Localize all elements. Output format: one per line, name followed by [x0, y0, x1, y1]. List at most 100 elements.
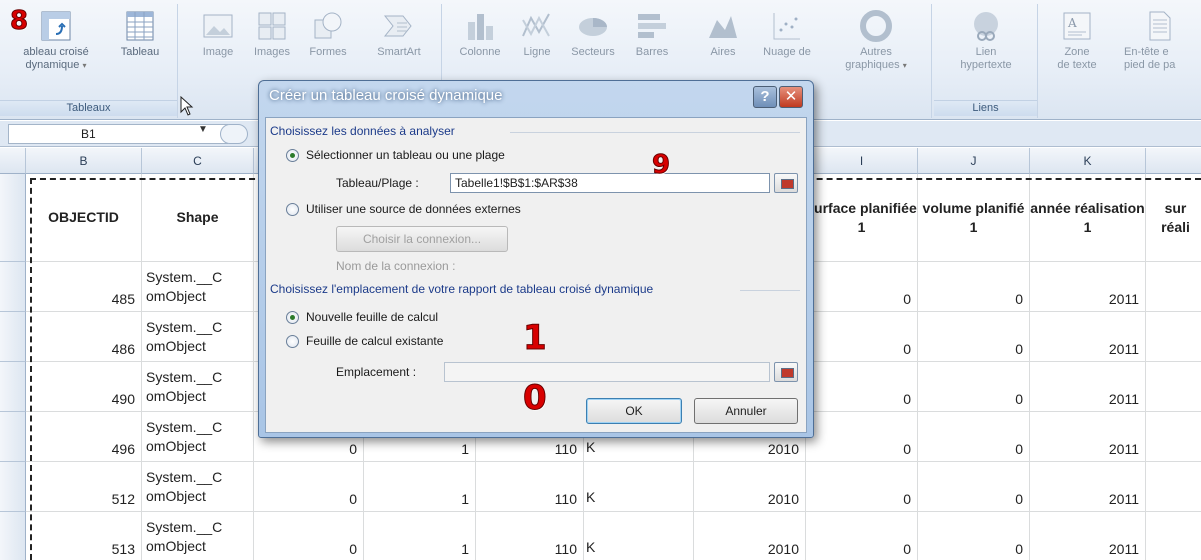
pivot-table-label-2: dynamique: [25, 59, 80, 71]
column-header-j[interactable]: J: [918, 148, 1030, 174]
range-collapse-button[interactable]: [774, 173, 798, 193]
other-charts-label: Autres: [860, 46, 892, 58]
svg-text:A: A: [1067, 16, 1077, 30]
name-box-dropdown-icon[interactable]: ▼: [198, 124, 208, 135]
select-all-corner[interactable]: [0, 148, 26, 174]
header-footer-label-2: pied de pa: [1124, 59, 1176, 71]
pivot-table-icon: [41, 11, 71, 41]
radio-select-range[interactable]: [286, 149, 299, 162]
radio-external-source[interactable]: [286, 203, 299, 216]
clipart-icon: [258, 12, 286, 40]
bar-chart-label: Barres: [635, 46, 669, 58]
group-name-links: Liens: [934, 100, 1037, 116]
header-footer-label: En-tête e: [1124, 46, 1169, 58]
hyperlink-label-2: hypertexte: [960, 59, 1012, 71]
text-box-icon: A: [1063, 12, 1091, 40]
cancel-button[interactable]: Annuler: [694, 398, 798, 424]
choose-connection-button[interactable]: Choisir la connexion...: [336, 226, 508, 252]
smartart-button[interactable]: SmartArt: [366, 10, 432, 59]
location-field-label: Emplacement :: [336, 365, 417, 379]
line-chart-icon: [522, 13, 550, 37]
area-chart-icon: [709, 16, 737, 38]
shapes-button[interactable]: Formes: [300, 10, 356, 59]
section-report-location: Choisissez l'emplacement de votre rappor…: [270, 282, 654, 296]
column-chart-button[interactable]: Colonne: [452, 10, 508, 59]
scatter-chart-icon: [773, 13, 800, 40]
clipart-label: Images: [253, 46, 291, 58]
annotation-0: 0: [523, 378, 548, 419]
column-chart-icon: [468, 14, 493, 40]
column-chart-label: Colonne: [459, 46, 501, 58]
table-icon: [126, 11, 154, 41]
header-footer-icon: [1149, 11, 1171, 41]
range-input[interactable]: Tabelle1!$B$1:$AR$38: [450, 173, 770, 193]
section-divider: [740, 290, 800, 291]
hyperlink-icon: [974, 12, 998, 41]
group-name-tables: Tableaux: [0, 100, 177, 116]
new-sheet-label[interactable]: Nouvelle feuille de calcul: [306, 310, 438, 324]
image-label: Image: [202, 46, 234, 58]
pie-chart-icon: [579, 18, 607, 36]
column-header-k[interactable]: K: [1030, 148, 1146, 174]
ok-button[interactable]: OK: [586, 398, 682, 424]
other-charts-button[interactable]: Autres graphiques ▾: [834, 10, 918, 72]
row-header[interactable]: [0, 512, 26, 560]
location-input[interactable]: [444, 362, 770, 382]
external-source-label[interactable]: Utiliser une source de données externes: [306, 202, 521, 216]
dialog-title: Créer un tableau croisé dynamique: [269, 87, 503, 104]
select-range-label[interactable]: Sélectionner un tableau ou une plage: [306, 148, 505, 162]
close-button[interactable]: ✕: [779, 86, 803, 108]
column-header-b[interactable]: B: [26, 148, 142, 174]
row-header[interactable]: [0, 312, 26, 362]
area-chart-button[interactable]: Aires: [698, 10, 748, 59]
text-box-button[interactable]: A Zone de texte: [1046, 10, 1108, 72]
help-button[interactable]: ?: [753, 86, 777, 108]
shapes-icon: [314, 12, 342, 39]
smartart-label: SmartArt: [377, 46, 421, 58]
dropdown-arrow-icon: ▾: [902, 61, 907, 70]
bar-chart-icon: [638, 14, 666, 38]
bar-chart-button[interactable]: Barres: [624, 10, 680, 59]
scatter-chart-button[interactable]: Nuage de: [752, 10, 822, 59]
shapes-label: Formes: [309, 46, 347, 58]
pie-chart-button[interactable]: Secteurs: [564, 10, 622, 59]
image-button[interactable]: Image: [194, 10, 242, 59]
column-header-i[interactable]: I: [806, 148, 918, 174]
row-header[interactable]: [0, 412, 26, 462]
table-label: Tableau: [120, 46, 160, 58]
clipart-button[interactable]: Images: [246, 10, 298, 59]
name-box[interactable]: B1: [8, 124, 228, 144]
line-chart-button[interactable]: Ligne: [512, 10, 562, 59]
formula-bar-expand-button[interactable]: [220, 124, 248, 144]
location-collapse-button[interactable]: [774, 362, 798, 382]
pivot-table-label: ableau croisé: [23, 46, 89, 58]
row-header[interactable]: [0, 462, 26, 512]
annotation-1: 1: [523, 318, 548, 359]
radio-existing-sheet[interactable]: [286, 335, 299, 348]
hyperlink-button[interactable]: Lien hypertexte: [948, 10, 1024, 72]
radio-new-sheet[interactable]: [286, 311, 299, 324]
column-header-c[interactable]: C: [142, 148, 254, 174]
section-data-source: Choisissez les données à analyser: [270, 124, 455, 138]
dropdown-arrow-icon: ▾: [82, 61, 87, 70]
pie-chart-label: Secteurs: [571, 46, 615, 58]
area-chart-label: Aires: [710, 46, 736, 58]
other-charts-icon: [860, 10, 892, 42]
picture-icon: [203, 14, 233, 38]
row-header[interactable]: [0, 362, 26, 412]
row-header[interactable]: [0, 262, 26, 312]
table-button[interactable]: Tableau: [110, 10, 170, 59]
section-divider: [510, 132, 800, 133]
ribbon-group-links: Lien hypertexte Liens: [934, 4, 1038, 118]
mouse-cursor-icon: [180, 96, 194, 116]
annotation-8: 8: [9, 6, 29, 37]
existing-sheet-label[interactable]: Feuille de calcul existante: [306, 334, 443, 348]
range-field-label: Tableau/Plage :: [336, 176, 419, 190]
row-header-1[interactable]: [0, 174, 26, 262]
smartart-icon: [383, 15, 412, 37]
line-chart-label: Ligne: [523, 46, 551, 58]
header-footer-button[interactable]: En-tête e pied de pa: [1124, 10, 1201, 72]
hyperlink-label: Lien: [975, 46, 997, 58]
column-header-l[interactable]: [1146, 148, 1201, 174]
text-box-label-2: de texte: [1057, 59, 1097, 71]
